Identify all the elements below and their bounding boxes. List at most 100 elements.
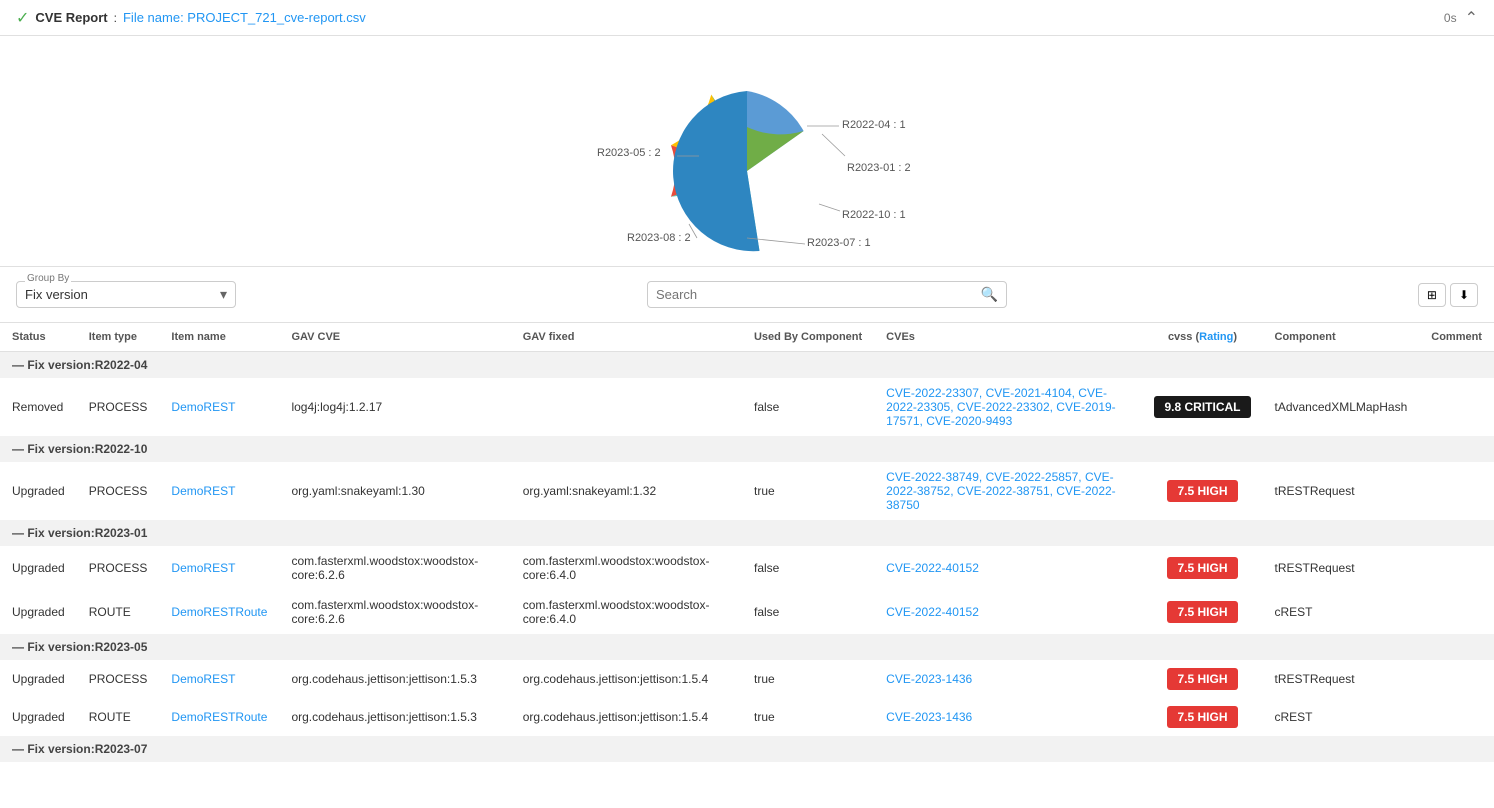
item-name-link[interactable]: DemoRESTRoute: [171, 605, 267, 619]
cell-item-type: ROUTE: [77, 590, 160, 634]
check-icon: ✓: [16, 8, 29, 28]
cell-cvss: 9.8 CRITICAL: [1142, 378, 1262, 436]
cell-item-name: DemoRESTRoute: [159, 590, 279, 634]
timer-label: 0s: [1444, 11, 1457, 25]
top-bar: ✓ CVE Report : File name: PROJECT_721_cv…: [0, 0, 1494, 36]
cell-gav-cve: log4j:log4j:1.2.17: [279, 378, 510, 436]
cve-link[interactable]: CVE-2022-40152: [886, 605, 979, 619]
download-icon: ⬇: [1459, 288, 1469, 302]
cvss-badge: 7.5 HIGH: [1167, 480, 1237, 502]
cell-component: tAdvancedXMLMapHash: [1263, 378, 1420, 436]
collapse-button[interactable]: ⌃: [1465, 8, 1478, 28]
rating-link[interactable]: Rating: [1199, 331, 1233, 343]
top-bar-left: ✓ CVE Report : File name: PROJECT_721_cv…: [16, 8, 366, 28]
cell-item-type: PROCESS: [77, 378, 160, 436]
cell-gav-cve: org.codehaus.jettison:jettison:1.5.3: [279, 698, 510, 736]
cell-comment: [1419, 462, 1494, 520]
table-row: Removed PROCESS DemoREST log4j:log4j:1.2…: [0, 378, 1494, 436]
pie-label-r2023-07: R2023-07 : 1: [807, 237, 871, 249]
cell-cves: CVE-2022-38749, CVE-2022-25857, CVE-2022…: [874, 462, 1142, 520]
cell-component: cREST: [1263, 698, 1420, 736]
cell-gav-fixed: org.yaml:snakeyaml:1.32: [511, 462, 742, 520]
cve-link[interactable]: CVE-2023-1436: [886, 710, 972, 724]
cell-gav-fixed: [511, 378, 742, 436]
group-label: Fix version:R2023-01: [27, 526, 147, 540]
search-container: 🔍: [647, 281, 1007, 308]
cell-used-by: false: [742, 546, 874, 590]
pie-segment-r2023-05: [673, 91, 759, 251]
cell-cvss: 7.5 HIGH: [1142, 660, 1262, 698]
cell-used-by: true: [742, 698, 874, 736]
cell-used-by: true: [742, 660, 874, 698]
cell-cves: CVE-2022-23307, CVE-2021-4104, CVE-2022-…: [874, 378, 1142, 436]
group-row: — Fix version:R2023-05: [0, 634, 1494, 660]
pie-label-r2022-04: R2022-04 : 1: [842, 119, 906, 131]
pie-label-r2023-08: R2023-08 : 2: [627, 232, 691, 244]
group-row: — Fix version:R2022-04: [0, 352, 1494, 379]
columns-button[interactable]: ⊞: [1418, 283, 1446, 307]
cell-gav-cve: org.codehaus.jettison:jettison:1.5.3: [279, 660, 510, 698]
cell-gav-fixed: com.fasterxml.woodstox:woodstox-core:6.4…: [511, 590, 742, 634]
search-icon[interactable]: 🔍: [981, 286, 998, 303]
cell-status: Upgraded: [0, 698, 77, 736]
columns-icon: ⊞: [1427, 288, 1437, 302]
table-row: Upgraded PROCESS DemoREST com.fasterxml.…: [0, 546, 1494, 590]
cve-table: Status Item type Item name GAV CVE GAV f…: [0, 323, 1494, 762]
cell-item-name: DemoREST: [159, 660, 279, 698]
cvss-badge: 7.5 HIGH: [1167, 601, 1237, 623]
cell-gav-fixed: org.codehaus.jettison:jettison:1.5.4: [511, 660, 742, 698]
cell-gav-fixed: com.fasterxml.woodstox:woodstox-core:6.4…: [511, 546, 742, 590]
cell-item-type: PROCESS: [77, 546, 160, 590]
cell-item-type: PROCESS: [77, 660, 160, 698]
cell-cves: CVE-2023-1436: [874, 660, 1142, 698]
controls-area: Group By Fix version ▾ 🔍 ⊞ ⬇: [0, 267, 1494, 323]
col-cvss: cvss (Rating): [1142, 323, 1262, 352]
col-component: Component: [1263, 323, 1420, 352]
cell-item-name: DemoREST: [159, 378, 279, 436]
cell-item-name: DemoRESTRoute: [159, 698, 279, 736]
table-row: Upgraded PROCESS DemoREST org.codehaus.j…: [0, 660, 1494, 698]
col-item-type: Item type: [77, 323, 160, 352]
group-dash: —: [12, 526, 27, 540]
pie-label-r2023-05: R2023-05 : 2: [597, 147, 661, 159]
cell-item-type: PROCESS: [77, 462, 160, 520]
download-button[interactable]: ⬇: [1450, 283, 1478, 307]
col-status: Status: [0, 323, 77, 352]
chevron-down-icon: ▾: [220, 286, 227, 303]
col-cves: CVEs: [874, 323, 1142, 352]
group-label: Fix version:R2022-04: [27, 358, 147, 372]
cell-comment: [1419, 698, 1494, 736]
table-container: Status Item type Item name GAV CVE GAV f…: [0, 323, 1494, 762]
top-bar-right: 0s ⌃: [1444, 8, 1478, 28]
pie-label-r2022-10: R2022-10 : 1: [842, 209, 906, 221]
item-name-link[interactable]: DemoRESTRoute: [171, 710, 267, 724]
cve-link[interactable]: CVE-2023-1436: [886, 672, 972, 686]
item-name-link[interactable]: DemoREST: [171, 400, 235, 414]
cell-cves: CVE-2022-40152: [874, 590, 1142, 634]
group-dash: —: [12, 640, 27, 654]
cvss-badge: 7.5 HIGH: [1167, 557, 1237, 579]
group-by-dropdown[interactable]: Group By Fix version ▾: [16, 281, 236, 308]
cve-link[interactable]: CVE-2022-40152: [886, 561, 979, 575]
item-name-link[interactable]: DemoREST: [171, 561, 235, 575]
cell-component: cREST: [1263, 590, 1420, 634]
col-used-by: Used By Component: [742, 323, 874, 352]
col-gav-cve: GAV CVE: [279, 323, 510, 352]
table-body: — Fix version:R2022-04 Removed PROCESS D…: [0, 352, 1494, 763]
item-name-link[interactable]: DemoREST: [171, 672, 235, 686]
item-name-link[interactable]: DemoREST: [171, 484, 235, 498]
cell-comment: [1419, 660, 1494, 698]
cve-link[interactable]: CVE-2022-23307, CVE-2021-4104, CVE-2022-…: [886, 386, 1116, 428]
table-row: Upgraded PROCESS DemoREST org.yaml:snake…: [0, 462, 1494, 520]
search-input[interactable]: [656, 287, 981, 302]
col-gav-fixed: GAV fixed: [511, 323, 742, 352]
col-item-name: Item name: [159, 323, 279, 352]
cell-status: Upgraded: [0, 462, 77, 520]
filename-label: File name: PROJECT_721_cve-report.csv: [123, 10, 366, 25]
cell-comment: [1419, 590, 1494, 634]
toolbar-icons: ⊞ ⬇: [1418, 283, 1478, 307]
pie-label-r2023-01: R2023-01 : 2: [847, 162, 911, 174]
cve-link[interactable]: CVE-2022-38749, CVE-2022-25857, CVE-2022…: [886, 470, 1116, 512]
cell-item-name: DemoREST: [159, 546, 279, 590]
group-label: Fix version:R2023-05: [27, 640, 147, 654]
